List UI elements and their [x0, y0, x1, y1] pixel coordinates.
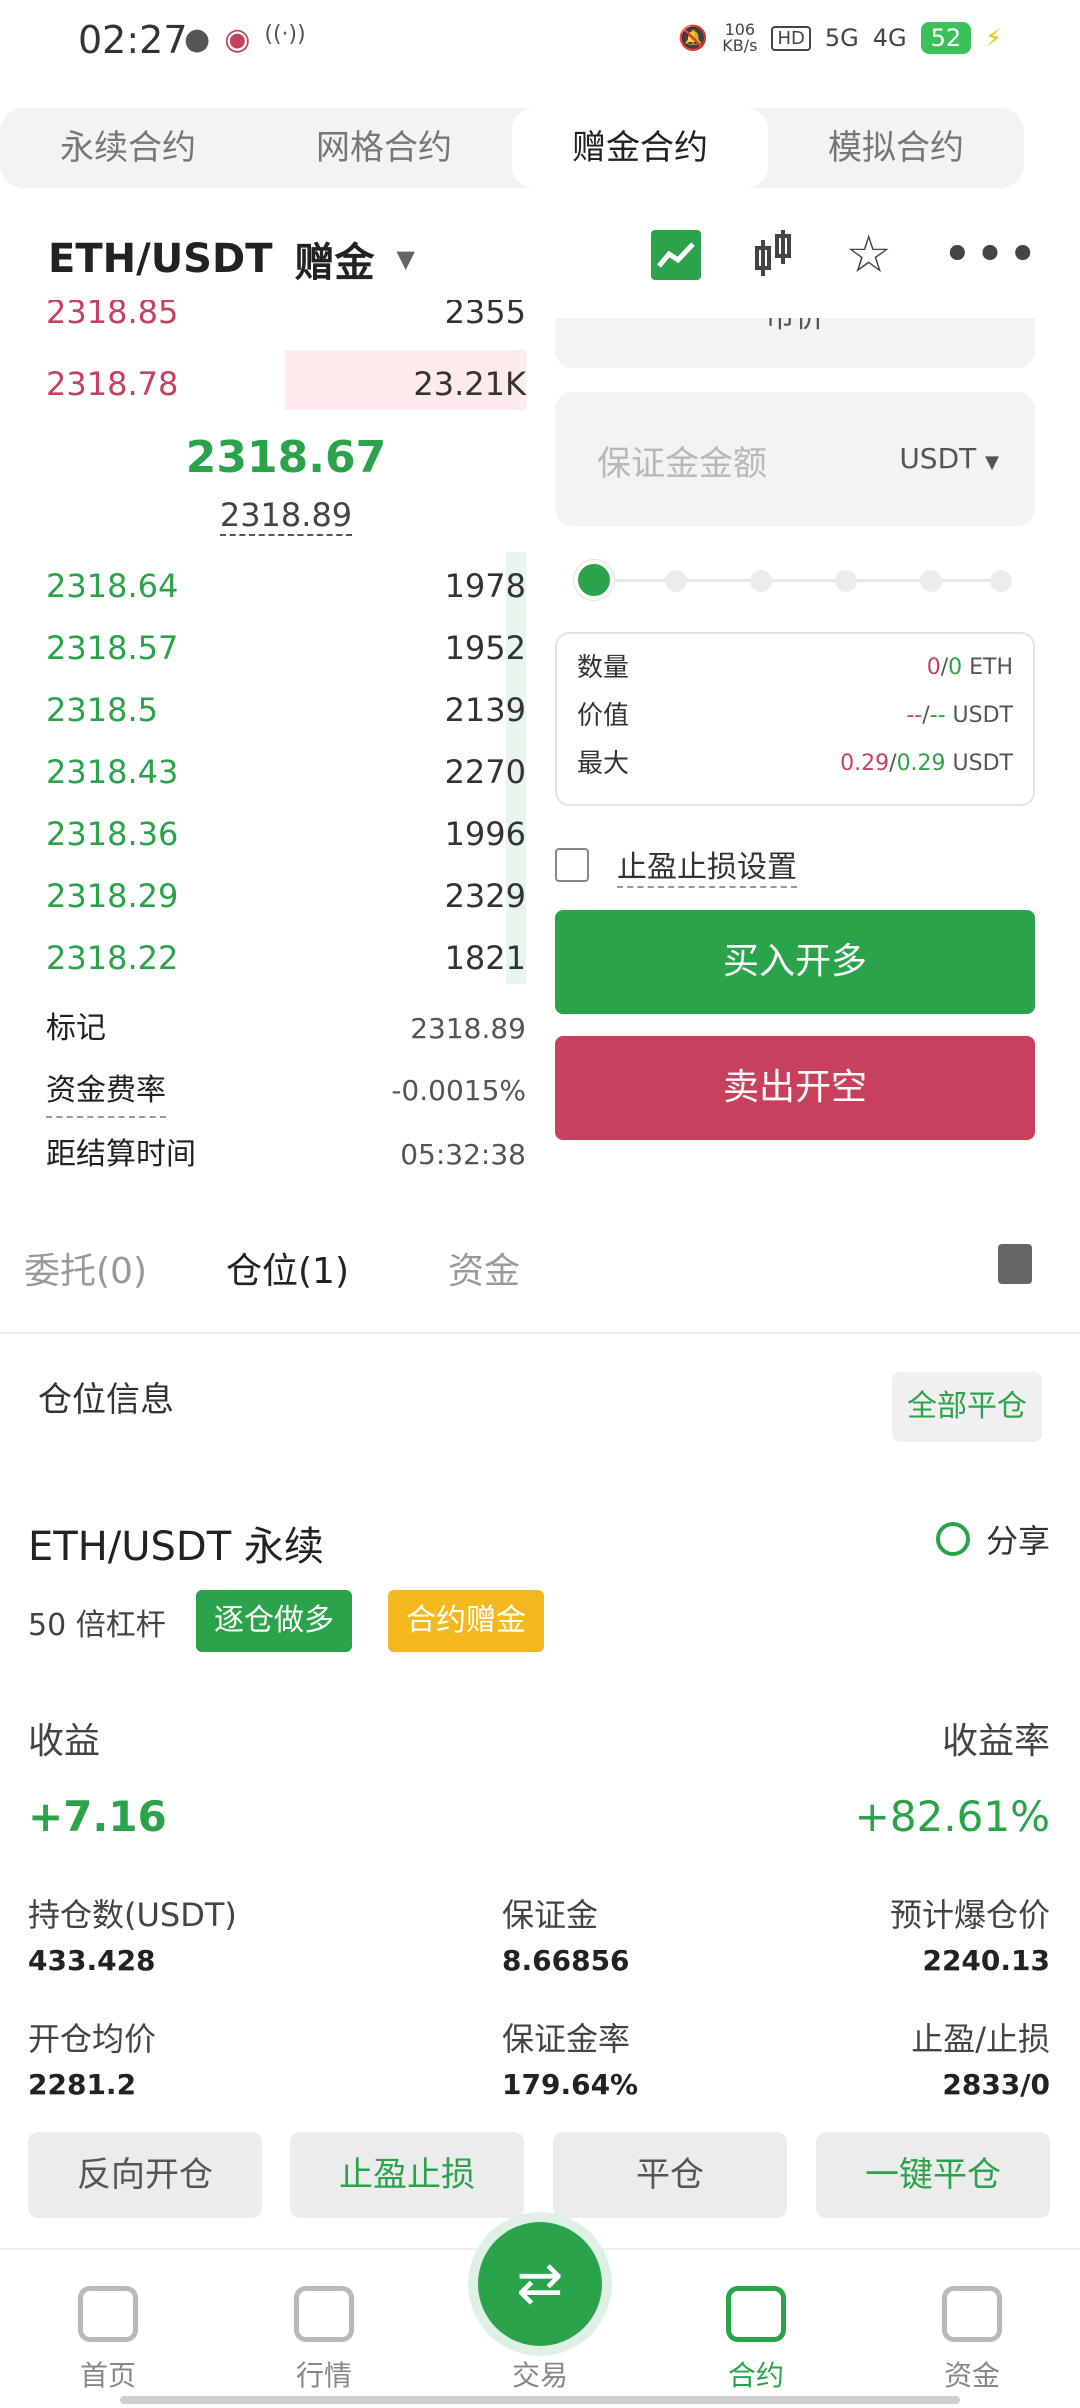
bid-row[interactable]: 2318.43 2270 — [46, 742, 526, 802]
tab-simulated[interactable]: 模拟合约 — [768, 108, 1024, 188]
tab-orders[interactable]: 委托(0) — [24, 1242, 147, 1294]
ask-row[interactable]: 2318.85 2355 — [46, 300, 526, 336]
last-price: 2318.67 — [185, 432, 387, 483]
hotspot-icon: ((·)) — [264, 22, 306, 47]
mute-icon: 🔕 — [678, 24, 709, 52]
share-button[interactable]: 分享 — [935, 1516, 1050, 1562]
roe-label: 收益率 — [941, 1721, 1050, 1762]
bid-row[interactable]: 2318.5 2139 — [46, 680, 526, 740]
tab-positions[interactable]: 仓位(1) — [226, 1242, 349, 1294]
margin-placeholder: 保证金金额 — [597, 444, 767, 484]
bonus-badge: 合约赠金 — [388, 1590, 544, 1652]
message-icon: ● — [184, 22, 211, 57]
more-icon[interactable]: ••• — [942, 229, 1040, 281]
home-icon — [78, 2286, 138, 2342]
bid-row[interactable]: 2318.57 1952 — [46, 618, 526, 678]
signal-4g: 4G — [872, 24, 907, 52]
tab-perpetual[interactable]: 永续合约 — [0, 108, 256, 188]
signal-5g: 5G — [824, 24, 859, 52]
bid-row[interactable]: 2318.29 2329 — [46, 866, 526, 926]
mark-price: 2318.89 — [219, 496, 353, 536]
tab-funds[interactable]: 资金 — [448, 1242, 520, 1294]
liq-price-label: 预计爆仓价 — [889, 1896, 1050, 1934]
size-label: 持仓数(USDT) — [28, 1896, 237, 1934]
pair-symbol: ETH/USDT — [48, 236, 273, 282]
caret-down-icon: ▼ — [985, 452, 999, 473]
position-size-slider[interactable] — [574, 560, 1012, 600]
bid-row[interactable]: 2318.22 1821 — [46, 928, 526, 988]
leverage-label: 50 倍杠杆 — [28, 1608, 166, 1643]
hd-icon: HD — [771, 25, 811, 51]
pnl-value: +7.16 — [28, 1792, 167, 1841]
market-icon — [294, 2286, 354, 2342]
one-click-close-button[interactable]: 一键平仓 — [816, 2132, 1050, 2218]
funding-rate-row[interactable]: 资金费率 -0.0015% — [46, 1066, 526, 1118]
bid-row[interactable]: 2318.36 1996 — [46, 804, 526, 864]
nav-home[interactable]: 首页 — [38, 2286, 178, 2394]
reverse-position-button[interactable]: 反向开仓 — [28, 2132, 262, 2218]
entry-price-value: 2281.2 — [28, 2068, 137, 2101]
margin-ratio-value: 179.64% — [502, 2068, 639, 2101]
order-summary: 数量 0/0 ETH 价值 --/-- USDT 最大 0.29/0.29 US… — [555, 632, 1035, 806]
header-actions: ☆ ••• — [651, 228, 1040, 282]
chart-icon[interactable] — [651, 230, 702, 280]
swap-icon: ⇄ — [516, 2251, 564, 2316]
liq-price-value: 2240.13 — [922, 1944, 1050, 1977]
ask-row[interactable]: 2318.78 23.21K — [46, 354, 526, 414]
position-tabs: 委托(0) 仓位(1) 资金 — [0, 1230, 1080, 1330]
margin-value: 8.66856 — [502, 1944, 630, 1977]
settlement-countdown-row: 距结算时间 05:32:38 — [46, 1137, 526, 1172]
nav-market[interactable]: 行情 — [254, 2286, 394, 2394]
size-value: 433.428 — [28, 1944, 156, 1977]
position-section-title: 仓位信息 — [38, 1380, 174, 1420]
pair-selector[interactable]: ETH/USDT 赠金 ▼ — [48, 230, 415, 288]
home-indicator — [120, 2396, 960, 2404]
close-all-button[interactable]: 全部平仓 — [892, 1372, 1042, 1442]
tab-grid[interactable]: 网格合约 — [256, 108, 512, 188]
charging-icon: ⚡ — [985, 24, 1002, 52]
status-time: 02:27 — [78, 18, 188, 62]
roe-value: +82.61% — [854, 1792, 1050, 1841]
pnl-label: 收益 — [28, 1721, 101, 1762]
battery-indicator: 52 — [920, 22, 972, 54]
candlestick-icon[interactable] — [751, 228, 795, 282]
nav-trade-label: 交易 — [511, 2359, 568, 2392]
app-notification-icon: ◉ — [224, 22, 251, 57]
tpsl-value: 2833/0 — [942, 2068, 1050, 2101]
nav-contract[interactable]: 合约 — [686, 2286, 826, 2394]
tab-bonus[interactable]: 赠金合约 — [512, 108, 768, 188]
trade-button[interactable]: ⇄ — [478, 2222, 602, 2346]
margin-ratio-label: 保证金率 — [502, 2020, 631, 2058]
tpsl-checkbox[interactable] — [555, 848, 589, 882]
contract-icon — [726, 2286, 786, 2342]
pair-mode: 赠金 — [294, 240, 375, 286]
buy-long-button[interactable]: 买入开多 — [555, 910, 1035, 1014]
wallet-icon — [942, 2286, 1002, 2342]
share-icon — [935, 1522, 970, 1556]
margin-label: 保证金 — [502, 1896, 599, 1934]
net-speed: 106 KB/s — [722, 20, 758, 55]
contract-type-tabs: 永续合约 网格合约 赠金合约 模拟合约 — [0, 108, 1024, 188]
bid-row[interactable]: 2318.64 1978 — [46, 556, 526, 616]
star-icon[interactable]: ☆ — [845, 229, 892, 281]
sell-short-button[interactable]: 卖出开空 — [555, 1036, 1035, 1140]
tpsl-label: 止盈/止损 — [911, 2020, 1050, 2058]
entry-price-label: 开仓均价 — [28, 2020, 157, 2058]
mark-info-row: 标记 2318.89 — [46, 1011, 526, 1046]
position-name: ETH/USDT 永续 — [28, 1524, 324, 1570]
document-icon[interactable] — [998, 1244, 1032, 1284]
close-position-button[interactable]: 平仓 — [553, 2132, 787, 2218]
price-type-field[interactable]: 市价 — [555, 318, 1035, 368]
slider-knob[interactable] — [574, 560, 614, 600]
tpsl-button[interactable]: 止盈止损 — [290, 2132, 524, 2218]
isolated-long-badge: 逐仓做多 — [196, 1590, 352, 1652]
status-bar: 02:27 ● ◉ ((·)) 🔕 106 KB/s HD 5G 4G 52 ⚡ — [0, 0, 1080, 80]
margin-unit-select[interactable]: USDT ▼ — [899, 442, 999, 475]
tpsl-toggle[interactable]: 止盈止损设置 — [555, 842, 797, 888]
margin-amount-input[interactable]: 保证金金额 USDT ▼ — [555, 392, 1035, 526]
nav-assets[interactable]: 资金 — [902, 2286, 1042, 2394]
caret-down-icon: ▼ — [396, 245, 415, 273]
